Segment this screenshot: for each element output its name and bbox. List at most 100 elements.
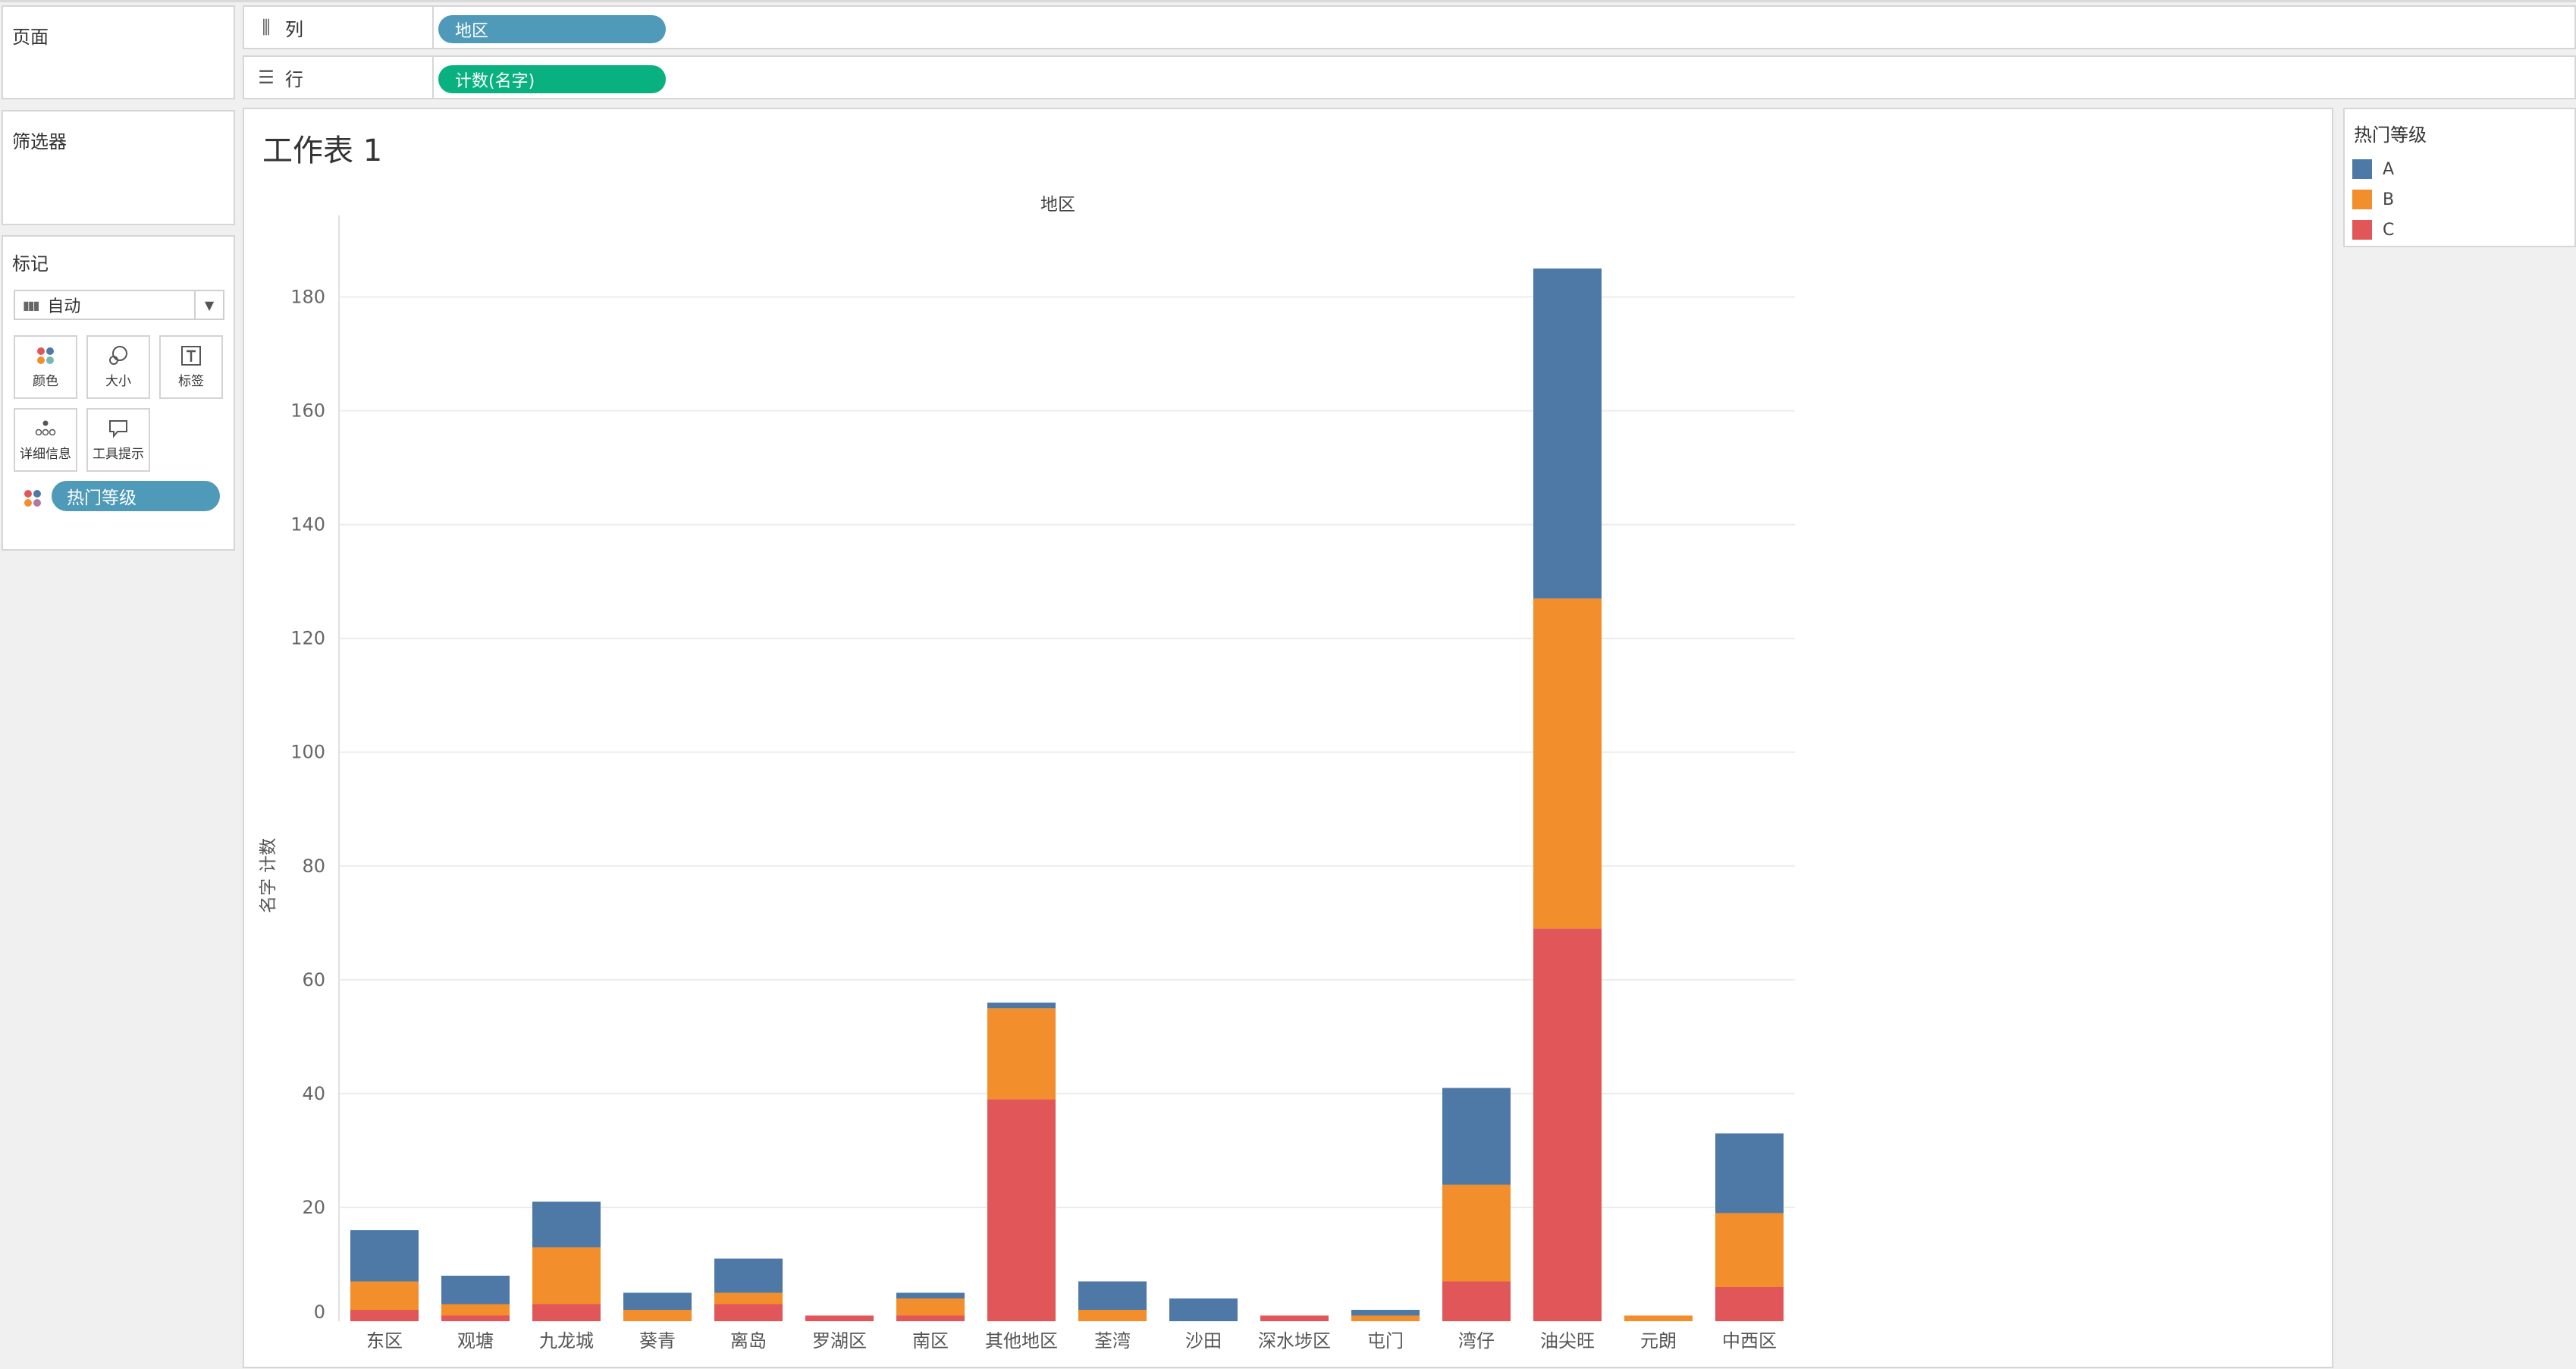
- bar-segment-a[interactable]: [1533, 268, 1602, 599]
- tooltip-button-label: 工具提示: [93, 447, 144, 462]
- bar-segment-b[interactable]: [623, 1309, 692, 1321]
- legend-label-a: A: [2383, 159, 2395, 179]
- x-tick-label[interactable]: 离岛: [730, 1330, 767, 1352]
- filters-card[interactable]: 筛选器: [2, 110, 235, 225]
- pages-card[interactable]: 页面: [2, 5, 235, 99]
- bar-segment-b[interactable]: [441, 1304, 510, 1316]
- detail-button-label: 详细信息: [20, 447, 71, 462]
- bar-segment-a[interactable]: [896, 1292, 965, 1298]
- bar-segment-b[interactable]: [350, 1281, 419, 1310]
- bar-segment-c[interactable]: [1533, 928, 1602, 1321]
- bar-segment-c[interactable]: [987, 1099, 1056, 1321]
- bar-segment-a[interactable]: [1715, 1133, 1784, 1214]
- bar-segment-a[interactable]: [1169, 1298, 1238, 1321]
- bar-segment-b[interactable]: [896, 1298, 965, 1316]
- bar-segment-c[interactable]: [1715, 1286, 1784, 1321]
- label-icon: [181, 346, 201, 366]
- bar-chart-icon: ▮▮▮: [23, 297, 39, 312]
- x-tick-label[interactable]: 屯门: [1367, 1330, 1404, 1352]
- detail-icon: [35, 420, 56, 436]
- pages-title: 页面: [12, 27, 49, 48]
- size-button[interactable]: 大小: [86, 335, 150, 399]
- bar-segment-a[interactable]: [623, 1292, 692, 1310]
- x-tick-label[interactable]: 沙田: [1185, 1330, 1222, 1352]
- legend-swatch-c: [2352, 220, 2372, 240]
- x-tick-label[interactable]: 油尖旺: [1540, 1330, 1595, 1352]
- mark-type-value: 自动: [47, 297, 81, 316]
- bar-segment-a[interactable]: [1351, 1309, 1420, 1316]
- legend-swatch-a: [2352, 159, 2372, 179]
- bar-segment-c[interactable]: [714, 1304, 783, 1321]
- columns-shelf[interactable]: ⫼ 列 地区: [243, 5, 2576, 49]
- bar-segment-a[interactable]: [532, 1201, 601, 1248]
- label-button-label: 标签: [178, 374, 204, 389]
- color-field-pill[interactable]: 热门等级: [52, 481, 220, 511]
- filters-title: 筛选器: [12, 131, 67, 152]
- bar-segment-c[interactable]: [805, 1315, 874, 1321]
- legend-swatch-b: [2352, 190, 2372, 209]
- x-tick-label[interactable]: 湾仔: [1458, 1330, 1495, 1352]
- x-tick-label[interactable]: 葵青: [639, 1330, 676, 1352]
- bar-segment-c[interactable]: [1442, 1281, 1511, 1321]
- bar-segment-c[interactable]: [441, 1315, 510, 1321]
- bar-segment-a[interactable]: [350, 1229, 419, 1282]
- color-field-icon: [24, 490, 41, 507]
- y-tick-label: 0: [314, 1301, 325, 1323]
- color-button[interactable]: 颜色: [14, 335, 77, 399]
- chevron-down-icon[interactable]: ▼: [194, 291, 223, 319]
- legend-item-a[interactable]: A: [2352, 158, 2394, 181]
- y-tick-label: 140: [290, 514, 325, 535]
- bar-segment-b[interactable]: [714, 1292, 783, 1305]
- bar-segment-c[interactable]: [350, 1309, 419, 1321]
- x-tick-label[interactable]: 荃湾: [1094, 1330, 1131, 1352]
- x-tick-label[interactable]: 东区: [366, 1330, 403, 1352]
- bar-segment-b[interactable]: [1442, 1184, 1511, 1282]
- size-icon: [109, 346, 127, 365]
- bar-segment-a[interactable]: [441, 1275, 510, 1305]
- x-tick-label[interactable]: 中西区: [1722, 1330, 1777, 1352]
- y-tick-label: 60: [302, 969, 325, 991]
- x-tick-label[interactable]: 南区: [912, 1330, 949, 1352]
- x-tick-label[interactable]: 元朗: [1640, 1330, 1677, 1352]
- size-button-label: 大小: [105, 374, 131, 389]
- detail-button[interactable]: 详细信息: [14, 408, 77, 472]
- x-tick-label[interactable]: 观塘: [457, 1330, 494, 1352]
- y-tick-label: 180: [290, 287, 325, 308]
- bar-chart: 0 20 40 60 80 100 120 140 160 180 东区 观塘 九龙城 葵青 离岛 罗湖区 南区…: [290, 215, 1795, 1352]
- y-tick-label: 100: [290, 742, 325, 763]
- rows-icon: ☰: [258, 67, 275, 88]
- y-tick-label: 40: [302, 1083, 325, 1104]
- bar-segment-c[interactable]: [1260, 1315, 1329, 1321]
- y-tick-label: 120: [290, 628, 325, 649]
- columns-pill[interactable]: 地区: [438, 15, 666, 43]
- bar-segment-b[interactable]: [987, 1008, 1056, 1100]
- legend-item-c[interactable]: C: [2352, 218, 2394, 241]
- legend-item-b[interactable]: B: [2352, 188, 2394, 211]
- y-tick-label: 160: [290, 400, 325, 422]
- top-divider: [0, 0, 2576, 2]
- bar-segment-b[interactable]: [532, 1247, 601, 1305]
- rows-shelf[interactable]: ☰ 行 计数(名字): [243, 55, 2576, 99]
- bar-segment-a[interactable]: [1442, 1088, 1511, 1185]
- color-legend: 热门等级 A B C: [2343, 108, 2576, 247]
- x-tick-label[interactable]: 九龙城: [539, 1330, 594, 1352]
- bar-segment-c[interactable]: [532, 1304, 601, 1321]
- y-tick-label: 80: [302, 856, 325, 877]
- bar-segment-b[interactable]: [1624, 1315, 1693, 1321]
- bar-segment-a[interactable]: [987, 1002, 1056, 1009]
- mark-type-select[interactable]: ▮▮▮ 自动 ▼: [14, 290, 224, 320]
- bar-segment-a[interactable]: [1078, 1281, 1147, 1310]
- bar-segment-b[interactable]: [1078, 1309, 1147, 1321]
- bar-segment-c[interactable]: [896, 1315, 965, 1321]
- rows-pill[interactable]: 计数(名字): [438, 65, 666, 93]
- bar-segment-b[interactable]: [1715, 1213, 1784, 1287]
- bar-segment-b[interactable]: [1351, 1315, 1420, 1321]
- tooltip-button[interactable]: 工具提示: [86, 408, 150, 472]
- x-tick-label[interactable]: 其他地区: [985, 1330, 1058, 1352]
- label-button[interactable]: 标签: [159, 335, 223, 399]
- bar-segment-a[interactable]: [714, 1258, 783, 1293]
- bar-segment-b[interactable]: [1533, 598, 1602, 929]
- tooltip-icon: [109, 420, 127, 438]
- x-tick-label[interactable]: 深水埗区: [1258, 1330, 1331, 1352]
- x-tick-label[interactable]: 罗湖区: [812, 1330, 867, 1352]
